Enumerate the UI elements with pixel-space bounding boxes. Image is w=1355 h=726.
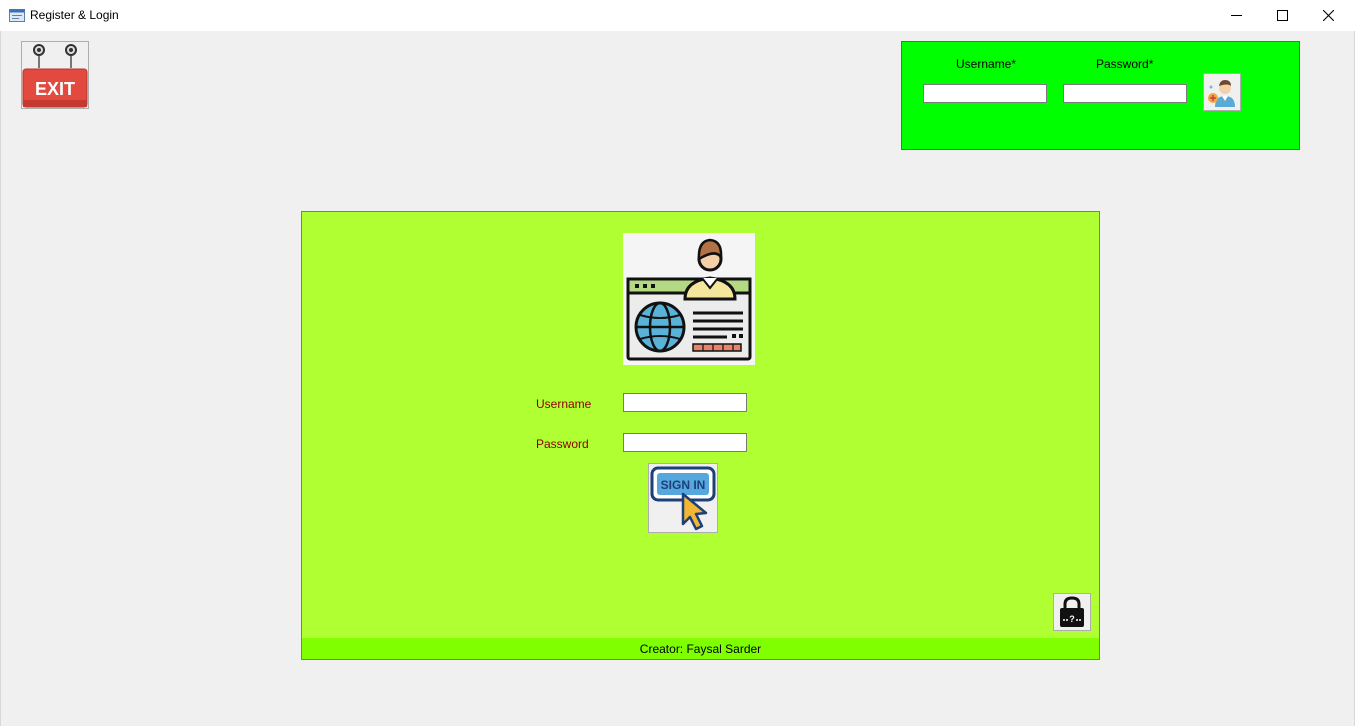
exit-button[interactable]: EXIT: [21, 41, 89, 109]
close-icon: [1322, 10, 1334, 21]
sign-in-cursor-icon: SIGN IN: [650, 466, 716, 531]
sign-in-label: SIGN IN: [661, 478, 706, 492]
register-password-label: Password*: [1096, 57, 1154, 71]
register-username-label: Username*: [956, 57, 1017, 71]
login-password-label: Password: [536, 437, 589, 451]
maximize-button[interactable]: [1259, 0, 1305, 31]
login-password-input[interactable]: [623, 433, 747, 452]
window-border-left: [0, 31, 1, 726]
sign-in-button[interactable]: SIGN IN: [648, 463, 718, 533]
login-username-label: Username: [536, 397, 592, 411]
add-user-icon: [1208, 80, 1235, 107]
login-panel: Username Password SIGN IN ? Creator: Fay…: [301, 211, 1100, 660]
footer-bar: Creator: Faysal Sarder: [302, 638, 1099, 659]
register-password-input[interactable]: [1063, 84, 1187, 103]
close-button[interactable]: [1305, 0, 1351, 31]
web-profile-icon: [626, 238, 752, 361]
register-panel: Username* Password*: [901, 41, 1300, 150]
minimize-icon: [1230, 15, 1242, 16]
window-title: Register & Login: [30, 8, 119, 22]
title-bar: Register & Login: [0, 0, 1355, 32]
app-icon: [9, 9, 25, 22]
svg-text:?: ?: [1069, 614, 1075, 624]
minimize-button[interactable]: [1213, 0, 1259, 31]
register-username-input[interactable]: [923, 84, 1047, 103]
login-username-input[interactable]: [623, 393, 747, 412]
forgot-password-button[interactable]: ?: [1053, 593, 1091, 631]
exit-sign-icon: EXIT: [22, 44, 88, 108]
maximize-icon: [1276, 10, 1288, 21]
creator-credit: Creator: Faysal Sarder: [639, 641, 762, 656]
exit-label: EXIT: [35, 79, 75, 99]
lock-question-icon: ?: [1060, 596, 1084, 627]
register-button[interactable]: [1203, 73, 1241, 111]
login-hero: [623, 233, 755, 365]
